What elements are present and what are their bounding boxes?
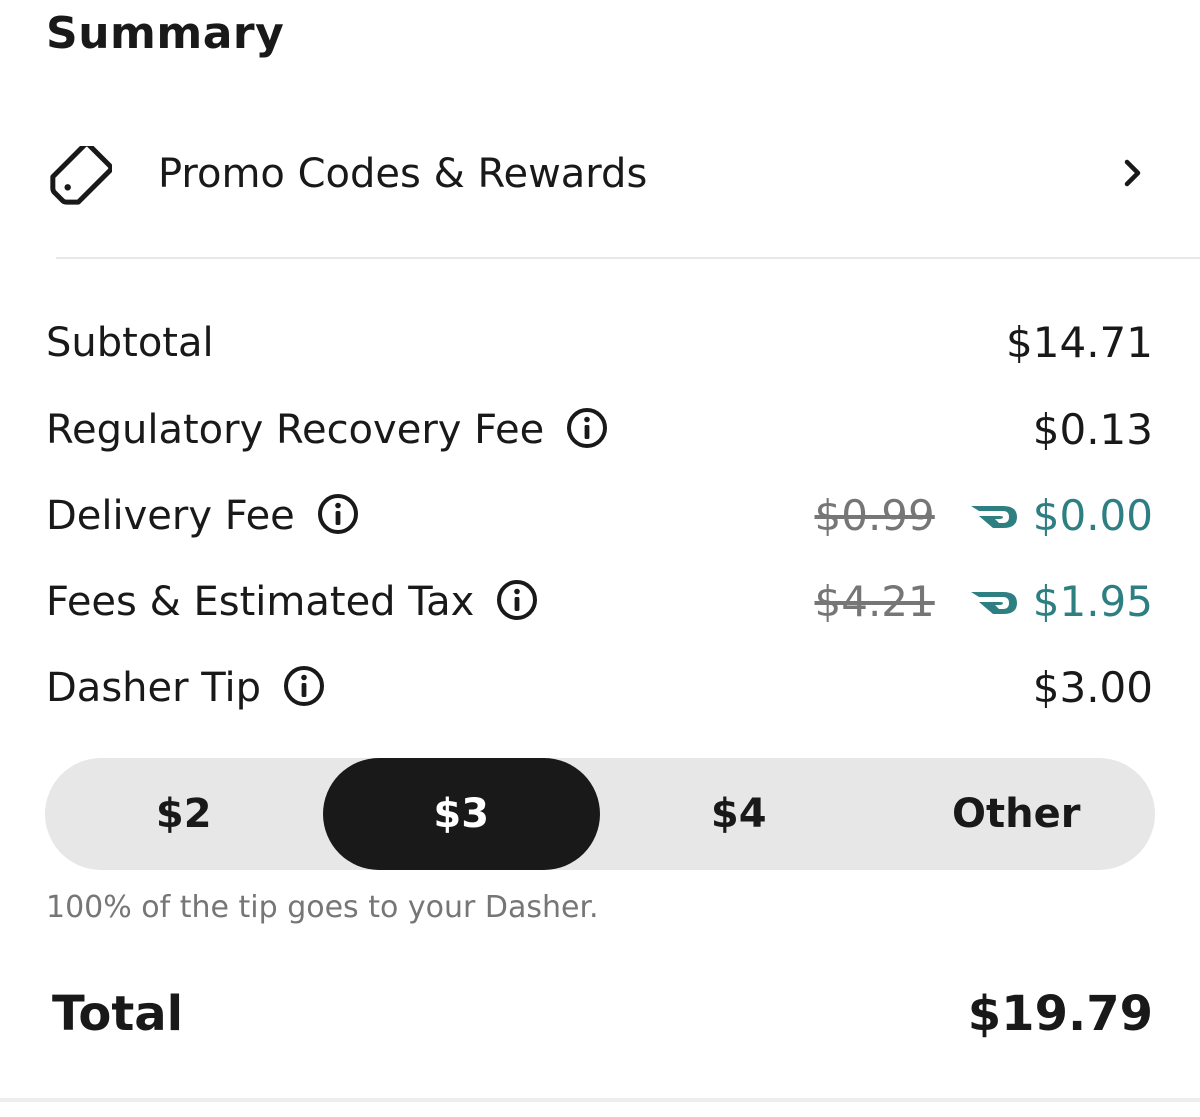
subtotal-row: Subtotal $14.71 [0,315,1200,371]
summary-title: Summary [46,8,285,59]
tag-icon [50,146,112,205]
dasher-tip-value: $3.00 [1032,663,1153,712]
fees-tax-label-wrap: Fees & Estimated Tax [46,574,539,630]
tip-option-other[interactable]: Other [878,758,1156,870]
delivery-fee-row: Delivery Fee $0.99 $0.00 [0,488,1200,544]
tip-note: 100% of the tip goes to your Dasher. [46,890,599,925]
regulatory-fee-row: Regulatory Recovery Fee $0.13 [0,402,1200,458]
delivery-fee-original: $0.99 [814,491,935,540]
regulatory-fee-label: Regulatory Recovery Fee [46,407,545,453]
total-value: $19.79 [967,986,1153,1042]
info-icon[interactable] [282,664,326,708]
promo-codes-row[interactable]: Promo Codes & Rewards [0,120,1200,230]
bottom-divider [0,1098,1200,1102]
tip-option-2[interactable]: $2 [45,758,323,870]
regulatory-fee-label-wrap: Regulatory Recovery Fee [46,402,609,458]
fees-tax-original: $4.21 [814,577,935,626]
delivery-fee-label-wrap: Delivery Fee [46,488,360,544]
dashpass-icon [970,506,1017,528]
dasher-tip-row: Dasher Tip $3.00 [0,660,1200,716]
delivery-fee-value: $0.00 [1032,491,1153,540]
delivery-fee-value-wrap: $0.99 $0.00 [815,488,1154,544]
dasher-tip-label-wrap: Dasher Tip [46,660,326,716]
fees-tax-label: Fees & Estimated Tax [46,579,475,625]
chevron-right-icon[interactable] [1116,156,1150,190]
info-icon[interactable] [316,492,360,536]
fees-tax-value-wrap: $4.21 $1.95 [815,574,1154,630]
total-label: Total [52,986,184,1042]
dasher-tip-label: Dasher Tip [46,665,261,711]
subtotal-label: Subtotal [46,320,214,366]
tip-selector: $2 $3 $4 Other [45,758,1155,870]
tip-option-4[interactable]: $4 [600,758,878,870]
fees-tax-row: Fees & Estimated Tax $4.21 $1.95 [0,574,1200,630]
subtotal-value: $14.71 [1006,318,1153,367]
delivery-fee-label: Delivery Fee [46,493,295,539]
regulatory-fee-value: $0.13 [1032,405,1153,454]
dashpass-icon [970,592,1017,614]
promo-codes-label: Promo Codes & Rewards [158,151,648,197]
info-icon[interactable] [565,406,609,450]
fees-tax-value: $1.95 [1032,577,1153,626]
info-icon[interactable] [495,578,539,622]
tip-option-3-selected[interactable]: $3 [322,758,600,870]
section-divider [56,257,1200,259]
